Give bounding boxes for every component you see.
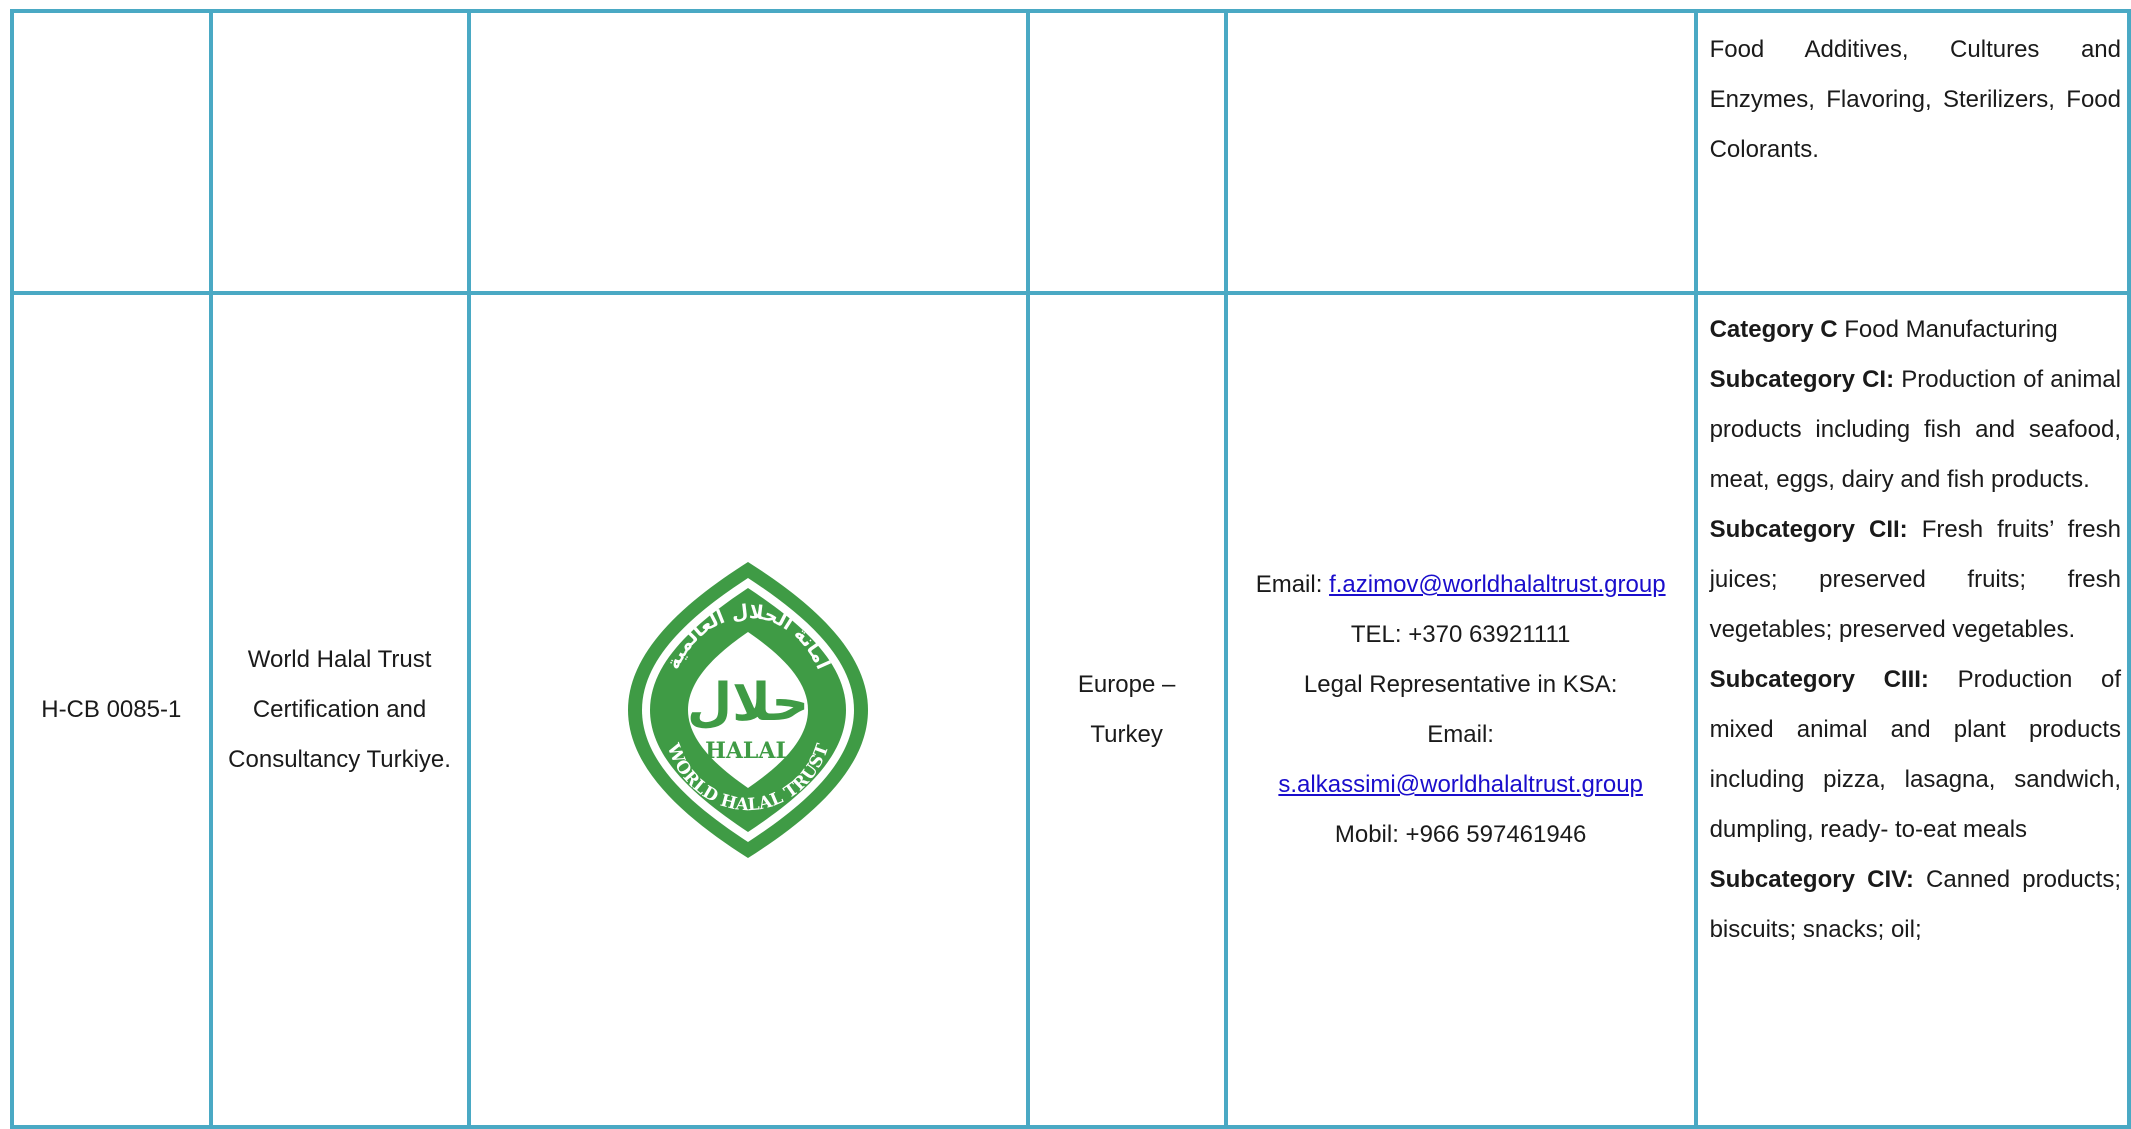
telephone: TEL: +370 63921111 — [1350, 621, 1571, 648]
logo-cell: أمانة الحلال العالمية حلال HALAL WORLD H… — [466, 291, 1030, 1129]
code-cell — [10, 9, 213, 295]
category-title-label: Category C — [1709, 316, 1838, 343]
code-cell: H-CB 0085-1 — [10, 291, 213, 1129]
subcategory-label: Subcategory CIII: — [1709, 666, 1929, 693]
subcategory-item: Subcategory CI: Production of animal pro… — [1710, 355, 2121, 505]
world-halal-trust-logo: أمانة الحلال العالمية حلال HALAL WORLD H… — [628, 562, 869, 858]
email-line: Email: f.azimov@worldhalaltrust.group — [1228, 560, 1694, 610]
subcategory-label: Subcategory CII: — [1709, 516, 1908, 543]
certificate-code: H-CB 0085-1 — [41, 696, 182, 723]
region-cell — [1025, 9, 1228, 295]
logo-arabic-word: حلال — [687, 673, 809, 733]
organization-name-line: Certification and — [252, 696, 427, 723]
mobile-number: Mobil: +966 597461946 — [1334, 821, 1587, 848]
contact-cell — [1223, 9, 1698, 295]
email-label-2: Email: — [1427, 721, 1494, 748]
email-link-2[interactable]: s.alkassimi@worldhalaltrust.group — [1278, 771, 1643, 798]
email-link[interactable]: f.azimov@worldhalaltrust.group — [1329, 571, 1666, 598]
logo-halal-word: HALAL — [705, 738, 791, 764]
organization-name-line: Consultancy Turkiye. — [228, 746, 451, 773]
subcategory-label: Subcategory CIV: — [1709, 866, 1914, 893]
name-cell: World Halal Trust Certification and Cons… — [208, 291, 471, 1129]
contact-cell: Email: f.azimov@worldhalaltrust.group TE… — [1223, 291, 1698, 1129]
table-row: H-CB 0085-1 World Halal Trust Certificat… — [10, 291, 2131, 1129]
logo-cell — [466, 9, 1030, 295]
region-line: Turkey — [1090, 721, 1163, 748]
subcategory-item: Subcategory CIV: Canned products; biscui… — [1710, 855, 2121, 955]
categories-text: Food Additives, Cultures and Enzymes, Fl… — [1709, 36, 2121, 163]
legal-representative-label: Legal Representative in KSA: — [1303, 671, 1618, 698]
certification-bodies-table: Food Additives, Cultures and Enzymes, Fl… — [10, 9, 2131, 1129]
category-title: Category C Food Manufacturing — [1710, 305, 2121, 355]
categories-cell: Category C Food Manufacturing Subcategor… — [1693, 291, 2131, 1129]
email-label: Email: — [1255, 571, 1323, 598]
subcategory-item: Subcategory CII: Fresh fruits’ fresh jui… — [1710, 505, 2121, 655]
subcategory-item: Subcategory CIII: Production of mixed an… — [1710, 655, 2121, 855]
organization-name-line: World Halal Trust — [247, 646, 432, 673]
region-cell: Europe – Turkey — [1025, 291, 1228, 1129]
categories-cell: Food Additives, Cultures and Enzymes, Fl… — [1693, 9, 2131, 295]
category-title-text: Food Manufacturing — [1837, 316, 2058, 343]
subcategory-label: Subcategory CI: — [1709, 366, 1895, 393]
region-line: Europe – — [1077, 671, 1176, 698]
name-cell — [208, 9, 471, 295]
table-row: Food Additives, Cultures and Enzymes, Fl… — [10, 9, 2131, 295]
